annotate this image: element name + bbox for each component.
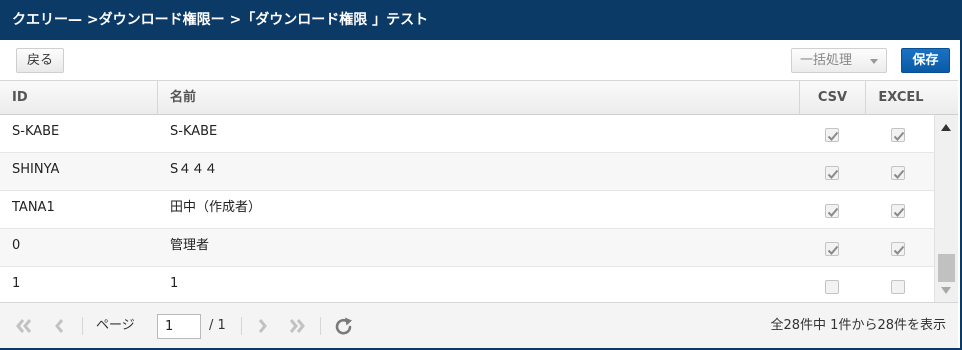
column-header-csv[interactable]: CSV (800, 81, 866, 115)
cell-id: SHINYA (12, 162, 60, 177)
scroll-up-arrow-icon[interactable] (941, 124, 951, 131)
batch-action-label: 一括処理 (800, 53, 853, 68)
csv-checkbox[interactable] (825, 204, 839, 218)
column-header-id[interactable]: ID (0, 81, 158, 115)
csv-checkbox[interactable] (825, 128, 839, 142)
cell-name: S-KABE (170, 124, 218, 139)
excel-checkbox[interactable] (891, 204, 905, 218)
table-row[interactable]: 0 管理者 (0, 229, 934, 267)
cell-id: S-KABE (12, 124, 60, 139)
pagination-bar: ページ / 1 全28件中 1件から28件を表示 (0, 302, 958, 348)
back-button[interactable]: 戻る (16, 48, 64, 73)
vertical-scrollbar[interactable] (934, 115, 958, 302)
cell-name: S４４４ (170, 162, 218, 177)
cell-id: TANA1 (12, 200, 55, 215)
cell-id: 0 (12, 238, 21, 253)
pager-divider (82, 317, 83, 335)
excel-checkbox[interactable] (891, 166, 905, 180)
batch-action-dropdown[interactable]: 一括処理 (791, 48, 887, 73)
page-label: ページ (96, 318, 135, 333)
prev-page-icon[interactable] (48, 315, 70, 337)
record-count-info: 全28件中 1件から28件を表示 (770, 318, 947, 333)
excel-checkbox[interactable] (891, 128, 905, 142)
excel-checkbox[interactable] (891, 242, 905, 256)
cell-id: 1 (12, 276, 21, 291)
window-title: クエリー— >ダウンロード権限ー >「ダウンロード権限 」テスト (0, 0, 962, 40)
scroll-down-arrow-icon[interactable] (941, 287, 951, 294)
refresh-icon[interactable] (333, 316, 355, 338)
cell-name: 田中（作成者） (170, 200, 262, 215)
table-row[interactable]: SHINYA S４４４ (0, 153, 934, 191)
cell-name: 管理者 (170, 238, 210, 253)
excel-checkbox[interactable] (891, 280, 905, 294)
table-row[interactable]: S-KABE S-KABE (0, 115, 934, 153)
pager-divider (320, 317, 321, 335)
chevron-down-icon (870, 59, 878, 64)
toolbar: 戻る 一括処理 保存 (0, 40, 958, 81)
next-page-icon[interactable] (252, 315, 274, 337)
column-header-name[interactable]: 名前 (158, 81, 800, 115)
save-button[interactable]: 保存 (901, 48, 950, 73)
scrollbar-thumb[interactable] (938, 254, 955, 282)
table-row[interactable]: TANA1 田中（作成者） (0, 191, 934, 229)
table-row[interactable]: 1 1 (0, 267, 934, 302)
last-page-icon[interactable] (286, 315, 308, 337)
cell-name: 1 (170, 276, 179, 291)
grid-header: ID 名前 CSV EXCEL (0, 81, 958, 115)
pager-divider (241, 317, 242, 335)
column-header-excel[interactable]: EXCEL (866, 81, 936, 115)
page-number-input[interactable] (157, 314, 201, 339)
csv-checkbox[interactable] (825, 242, 839, 256)
first-page-icon[interactable] (13, 315, 35, 337)
grid-body: S-KABE S-KABE SHINYA S４４４ TANA1 田中（作成者） … (0, 115, 934, 302)
csv-checkbox[interactable] (825, 280, 839, 294)
total-pages: / 1 (209, 318, 226, 333)
csv-checkbox[interactable] (825, 166, 839, 180)
